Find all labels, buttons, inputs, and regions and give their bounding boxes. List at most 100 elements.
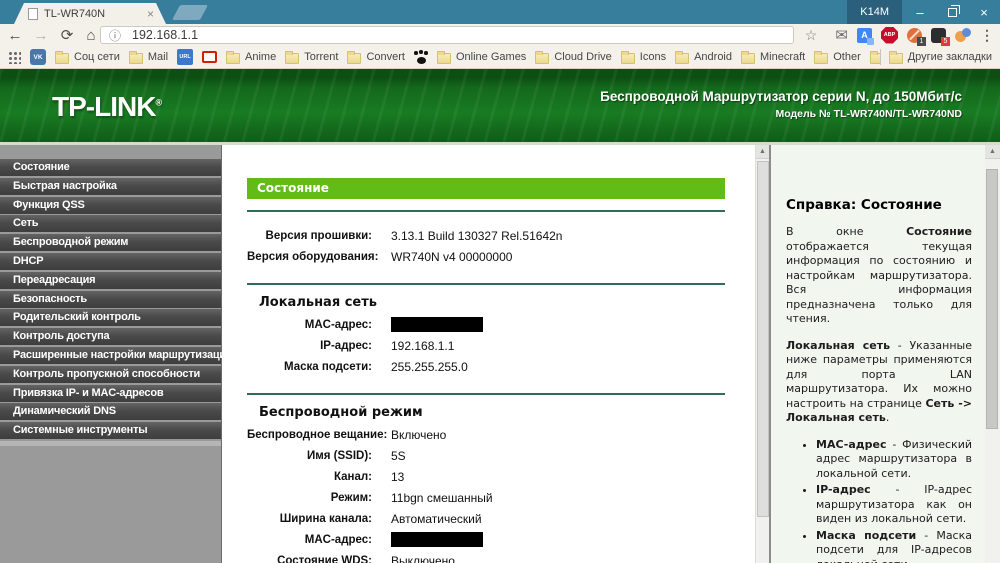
- sidebar-item-14[interactable]: Системные инструменты: [0, 422, 221, 439]
- folder-icon: [535, 53, 549, 64]
- header-right: Беспроводной Маршрутизатор серии N, до 1…: [600, 89, 962, 120]
- bookmark-item-0[interactable]: [8, 51, 21, 64]
- bookmark-item-7[interactable]: Torrent: [285, 51, 338, 64]
- row-value: Выключено: [372, 554, 455, 563]
- sidebar-item-13[interactable]: Динамический DNS: [0, 403, 221, 420]
- help-bold-text: MAC-адрес: [816, 438, 887, 451]
- row-value: 11bgn смешанный: [372, 491, 493, 505]
- blocker-extension-icon[interactable]: 1: [907, 28, 922, 43]
- reload-icon[interactable]: ⟳: [56, 24, 78, 46]
- home-icon[interactable]: ⌂: [80, 24, 102, 46]
- help-text: В окне: [786, 225, 906, 238]
- bookmark-item-10[interactable]: Online Games: [437, 51, 526, 64]
- bookmark-item-6[interactable]: Anime: [226, 51, 276, 64]
- new-tab-button[interactable]: [172, 5, 208, 20]
- bookmark-label: Online Games: [456, 51, 526, 63]
- sidebar-item-5[interactable]: DHCP: [0, 253, 221, 270]
- bookmark-item-15[interactable]: Other: [814, 51, 861, 64]
- bookmark-star-icon[interactable]: ☆: [801, 24, 821, 46]
- tab-close-icon[interactable]: ×: [147, 8, 154, 20]
- url-icon: URL: [177, 49, 193, 65]
- status-row: MAC-адрес:: [247, 314, 725, 335]
- sidebar-item-12[interactable]: Привязка IP- и MAC-адресов: [0, 385, 221, 402]
- sidebar-item-1[interactable]: Быстрая настройка: [0, 178, 221, 195]
- folder-icon: [226, 53, 240, 64]
- profile-badge[interactable]: K14M: [847, 0, 902, 24]
- bookmark-label: Convert: [366, 51, 405, 63]
- sidebar-item-3[interactable]: Сеть: [0, 215, 221, 232]
- browser-titlebar: TL-WR740N × K14M – ×: [0, 0, 1000, 24]
- bookmark-item-8[interactable]: Convert: [347, 51, 405, 64]
- translate-extension-icon[interactable]: A: [857, 28, 872, 43]
- apps-grid-icon: [8, 51, 21, 64]
- browser-tab[interactable]: TL-WR740N ×: [14, 3, 166, 24]
- status-row: Беспроводное вещание:Включено: [247, 424, 725, 445]
- dark-extension-icon[interactable]: 5: [931, 28, 946, 43]
- row-label: Беспроводное вещание:: [247, 429, 372, 441]
- main-scrollbar-thumb[interactable]: [757, 161, 769, 517]
- row-label: Ширина канала:: [247, 513, 372, 525]
- bookmark-item-3[interactable]: Mail: [129, 51, 168, 64]
- sidebar-item-4[interactable]: Беспроводной режим: [0, 234, 221, 251]
- section-heading: Беспроводной режим: [259, 405, 725, 420]
- folder-icon: [55, 53, 69, 64]
- section-heading: Локальная сеть: [259, 295, 725, 310]
- bookmark-label: Minecraft: [760, 51, 805, 63]
- main-scroll-up-icon[interactable]: ▲: [756, 145, 769, 159]
- main-scrollbar[interactable]: ▲: [755, 145, 769, 563]
- row-value: Автоматический: [372, 512, 482, 526]
- folder-icon: [814, 53, 828, 64]
- sidebar-item-11[interactable]: Контроль пропускной способности: [0, 366, 221, 383]
- row-label: MAC-адрес:: [247, 319, 372, 331]
- back-icon[interactable]: ←: [4, 24, 26, 46]
- help-scroll-up-icon[interactable]: ▲: [985, 145, 1000, 159]
- url-text[interactable]: 192.168.1.1: [132, 28, 198, 42]
- forward-icon[interactable]: →: [30, 24, 52, 46]
- mail-extension-icon[interactable]: ✉: [835, 26, 848, 44]
- bookmark-label: Icons: [640, 51, 666, 63]
- bookmark-item-9[interactable]: [414, 50, 428, 64]
- help-scrollbar-thumb[interactable]: [986, 169, 998, 429]
- blocker-badge: 1: [917, 37, 926, 46]
- folder-icon: [437, 53, 451, 64]
- bookmark-label: Mail: [148, 51, 168, 63]
- bookmark-item-12[interactable]: Icons: [621, 51, 666, 64]
- sidebar-item-0[interactable]: Состояние: [0, 159, 221, 176]
- bookmark-label: Anime: [245, 51, 276, 63]
- minimize-button[interactable]: –: [904, 0, 936, 24]
- help-list-item: Маска подсети - Маска подсети для IP-адр…: [816, 529, 972, 563]
- bookmark-item-14[interactable]: Minecraft: [741, 51, 805, 64]
- status-row: Маска подсети:255.255.255.0: [247, 356, 725, 377]
- restore-button[interactable]: [936, 0, 968, 24]
- row-label: Режим:: [247, 492, 372, 504]
- bookmark-item-4[interactable]: URL: [177, 49, 193, 65]
- bookmarks-list: VK Соц сети Mail URL Anime Torrent Convert Onli…: [8, 49, 880, 65]
- folder-icon: [675, 53, 689, 64]
- sidebar-item-9[interactable]: Контроль доступа: [0, 328, 221, 345]
- redacted-mac-box: [391, 532, 483, 547]
- screen: TL-WR740N × K14M – × ← → ⟳ ⌂ ⓘ 192.168.1…: [0, 0, 1000, 563]
- sidebar-item-6[interactable]: Переадресация: [0, 272, 221, 289]
- chat-extension-icon[interactable]: [955, 27, 971, 43]
- adblock-extension-icon[interactable]: ABP: [881, 27, 898, 44]
- close-button[interactable]: ×: [968, 0, 1000, 24]
- help-scrollbar[interactable]: ▲: [985, 145, 1000, 563]
- page-info-icon[interactable]: ⓘ: [109, 27, 121, 44]
- help-title: Справка: Состояние: [786, 197, 972, 213]
- bookmark-item-2[interactable]: Соц сети: [55, 51, 120, 64]
- bookmark-item-13[interactable]: Android: [675, 51, 732, 64]
- bookmark-item-16[interactable]: Skyrim Mods: [870, 51, 880, 64]
- other-bookmarks-button[interactable]: Другие закладки: [889, 51, 992, 64]
- sidebar-item-2[interactable]: Функция QSS: [0, 197, 221, 214]
- sidebar-item-8[interactable]: Родительский контроль: [0, 309, 221, 326]
- bookmark-item-11[interactable]: Cloud Drive: [535, 51, 611, 64]
- main-content: Состояние Версия прошивки:3.13.1 Build 1…: [222, 145, 755, 563]
- bookmark-item-5[interactable]: [202, 51, 217, 63]
- browser-menu-icon[interactable]: ⋮: [980, 27, 994, 44]
- help-bold-text: Состояние: [906, 225, 972, 238]
- sidebar-item-7[interactable]: Безопасность: [0, 291, 221, 308]
- sidebar-menu: Состояние Быстрая настройка Функция QSSСет…: [0, 145, 222, 563]
- address-bar[interactable]: ⓘ 192.168.1.1: [100, 26, 794, 44]
- bookmark-item-1[interactable]: VK: [30, 49, 46, 65]
- sidebar-item-10[interactable]: Расширенные настройки маршрутизации: [0, 347, 221, 364]
